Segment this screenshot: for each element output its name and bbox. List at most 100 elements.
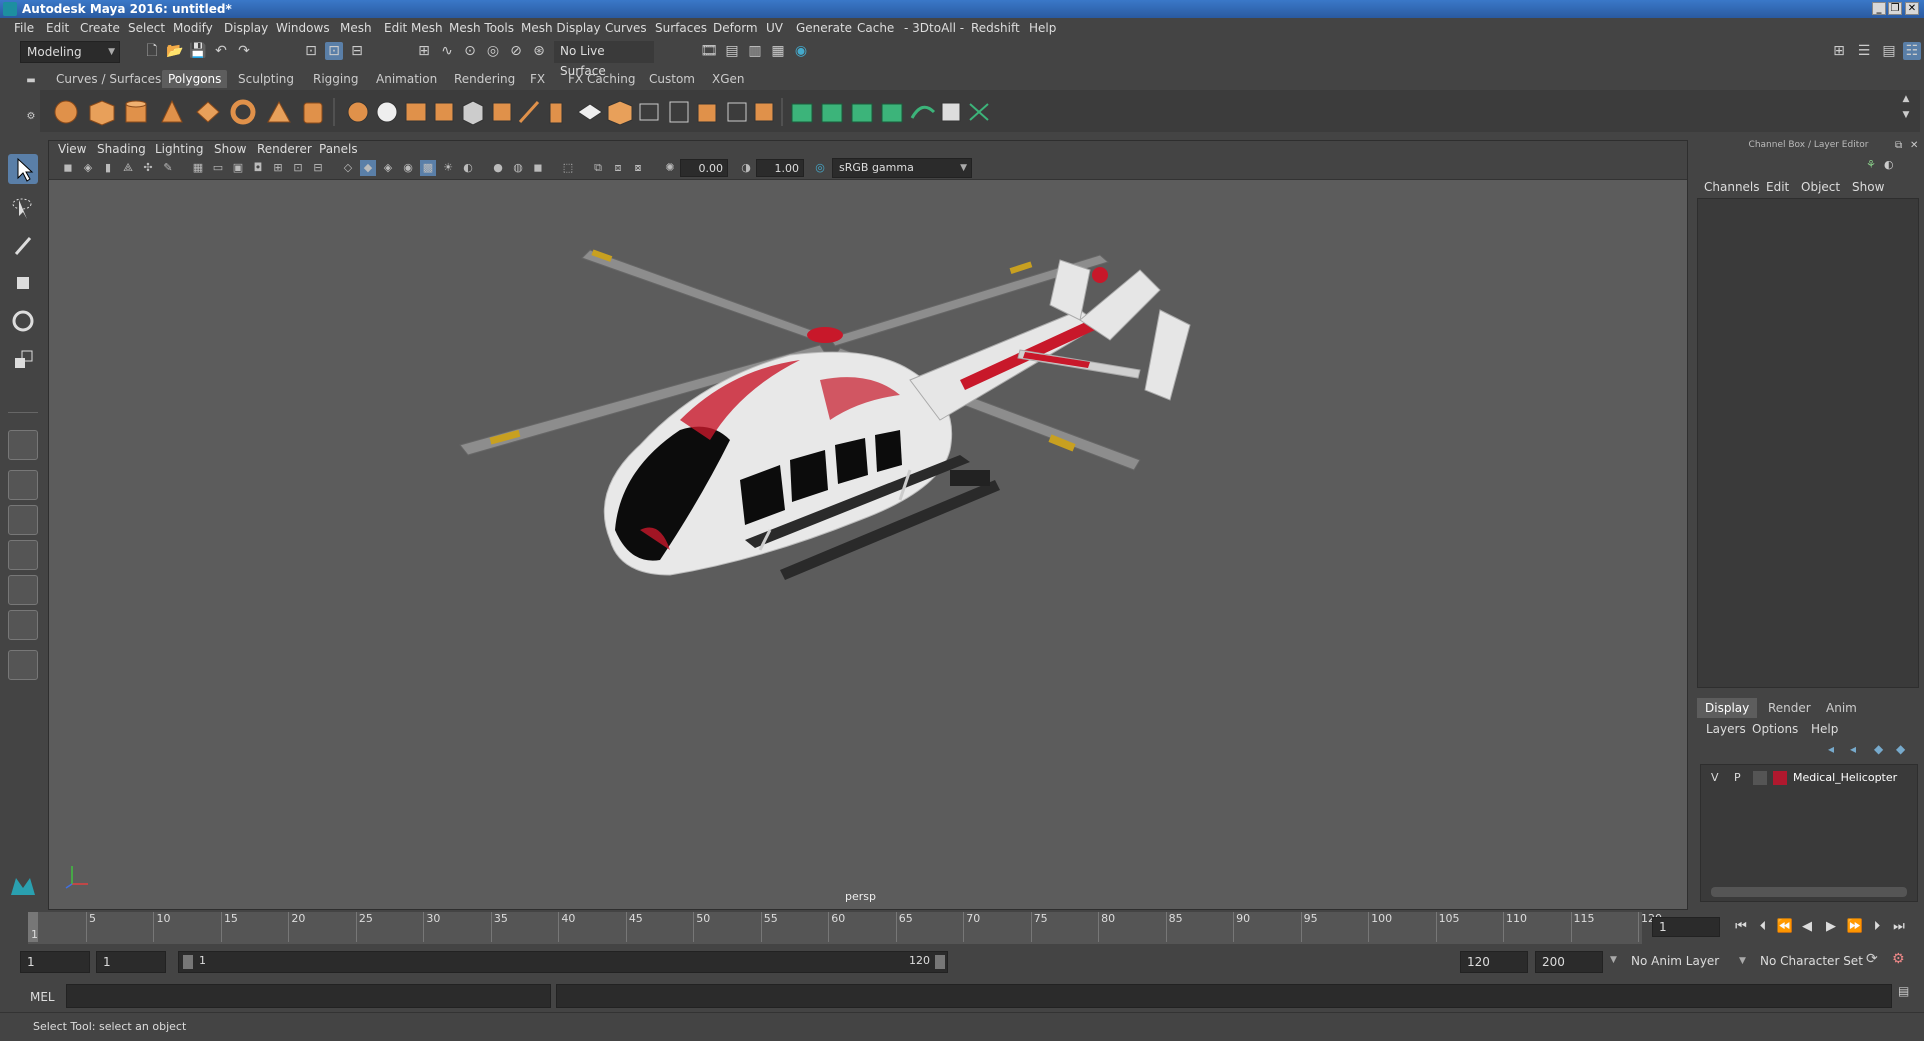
delete-edge-icon[interactable] xyxy=(754,102,774,122)
shelf-tab-polygons[interactable]: Polygons xyxy=(162,70,228,88)
cb-menu-channels[interactable]: Channels xyxy=(1704,180,1760,194)
menu-cache[interactable]: Cache xyxy=(857,21,894,35)
layer-name[interactable]: Medical_Helicopter xyxy=(1793,771,1897,784)
layer-type-toggle[interactable] xyxy=(1753,771,1767,785)
cb-menu-edit[interactable]: Edit xyxy=(1766,180,1789,194)
poly-cube-icon[interactable] xyxy=(89,100,115,126)
vp-menu-shading[interactable]: Shading xyxy=(97,142,146,156)
channel-box-toggle-icon[interactable]: ☷ xyxy=(1903,42,1921,60)
append-icon[interactable] xyxy=(639,103,659,121)
safe-title-icon[interactable]: ⊟ xyxy=(310,160,326,176)
insert-edge-loop-icon[interactable] xyxy=(669,101,689,123)
vp-menu-panels[interactable]: Panels xyxy=(319,142,358,156)
menu-surfaces[interactable]: Surfaces xyxy=(655,21,707,35)
start-time-field[interactable]: 1 xyxy=(20,951,90,973)
x-ray-icon[interactable]: ⧉ xyxy=(590,160,606,176)
le-menu-help[interactable]: Help xyxy=(1811,722,1838,736)
new-layer-selected-icon[interactable]: ◆ xyxy=(1896,742,1905,756)
menu-display[interactable]: Display xyxy=(224,21,268,35)
planar-uv-icon[interactable] xyxy=(791,103,813,123)
render-view-icon[interactable]: 🎞 xyxy=(700,42,718,60)
exposure-field[interactable]: 0.00 xyxy=(680,159,728,177)
channel-box-pin-icon[interactable]: ⚘ xyxy=(1866,158,1876,171)
move-tool-icon[interactable] xyxy=(8,268,38,298)
shelf-tab-fx[interactable]: FX xyxy=(524,70,551,88)
mudbox-icon[interactable] xyxy=(8,870,38,900)
shelf-tab-curves-surfaces[interactable]: Curves / Surfaces xyxy=(50,70,167,88)
image-plane-icon[interactable]: ⟁ xyxy=(120,160,136,176)
cb-menu-object[interactable]: Object xyxy=(1801,180,1840,194)
shelf-scroll-down-icon[interactable]: ▼ xyxy=(1897,106,1915,124)
extract-icon[interactable] xyxy=(405,102,427,122)
open-scene-icon[interactable]: 📂 xyxy=(166,42,184,60)
gamma-field[interactable]: 1.00 xyxy=(756,159,804,177)
snap-view-plane-icon[interactable]: ◎ xyxy=(484,42,502,60)
play-forwards-icon[interactable]: ▶ xyxy=(1822,918,1840,936)
menu-mesh-display[interactable]: Mesh Display xyxy=(521,21,601,35)
make-live-icon[interactable]: ⊛ xyxy=(530,42,548,60)
layer-color-swatch[interactable] xyxy=(1773,771,1787,785)
menu-edit[interactable]: Edit xyxy=(46,21,69,35)
step-back-key-icon[interactable]: ⏪ xyxy=(1776,918,1794,936)
close-panel-icon[interactable]: ✕ xyxy=(1910,140,1918,151)
save-scene-icon[interactable]: 💾 xyxy=(189,42,207,60)
wireframe-on-shaded-icon[interactable]: ◈ xyxy=(380,160,396,176)
shelf-tab-rendering[interactable]: Rendering xyxy=(448,70,521,88)
vp-menu-view[interactable]: View xyxy=(58,142,86,156)
select-tool-icon[interactable] xyxy=(8,154,38,184)
use-lights-icon[interactable]: ☀ xyxy=(440,160,456,176)
range-end-handle[interactable] xyxy=(935,955,945,969)
character-set-dropdown[interactable]: No Character Set xyxy=(1754,951,1870,973)
medical-helicopter-model[interactable] xyxy=(440,230,1200,650)
restore-button[interactable]: ❐ xyxy=(1888,2,1902,15)
x-ray-components-icon[interactable]: ⧇ xyxy=(630,160,646,176)
cylindrical-uv-icon[interactable] xyxy=(821,103,843,123)
menu-create[interactable]: Create xyxy=(80,21,120,35)
menu-windows[interactable]: Windows xyxy=(276,21,330,35)
layout-options-icon[interactable] xyxy=(8,650,38,680)
shelf-settings-icon[interactable]: ⚙ xyxy=(22,108,40,126)
menu-edit-mesh[interactable]: Edit Mesh xyxy=(384,21,443,35)
four-view-layout-icon[interactable] xyxy=(8,470,38,500)
poly-pipe-icon[interactable] xyxy=(303,102,323,124)
textured-icon[interactable]: ▩ xyxy=(420,160,436,176)
gamma-icon[interactable]: ◑ xyxy=(738,160,754,176)
vp-menu-renderer[interactable]: Renderer xyxy=(257,142,312,156)
smooth-shade-icon[interactable]: ◆ xyxy=(360,160,376,176)
move-layer-up-icon[interactable]: ◂ xyxy=(1828,742,1834,756)
lasso-tool-icon[interactable] xyxy=(8,192,38,222)
render-settings-icon[interactable]: ▦ xyxy=(769,42,787,60)
play-backwards-icon[interactable]: ◀ xyxy=(1798,918,1816,936)
resolution-gate-icon[interactable]: ▣ xyxy=(230,160,246,176)
shelf-tab-custom[interactable]: Custom xyxy=(643,70,701,88)
shelf-tab-fx-caching[interactable]: FX Caching xyxy=(562,70,641,88)
extrude-icon[interactable] xyxy=(577,103,603,121)
live-surface-field[interactable]: No Live Surface xyxy=(554,41,654,78)
automatic-uv-icon[interactable] xyxy=(881,103,903,123)
view-transform-dropdown[interactable]: sRGB gamma ▼ xyxy=(832,158,972,178)
color-management-icon[interactable]: ◎ xyxy=(812,160,828,176)
float-panel-icon[interactable]: ⧉ xyxy=(1895,140,1902,151)
film-gate-icon[interactable]: ▭ xyxy=(210,160,226,176)
paint-select-icon[interactable] xyxy=(8,230,38,260)
poly-plane-icon[interactable] xyxy=(196,101,220,123)
isolate-select-icon[interactable]: ⬚ xyxy=(560,160,576,176)
poly-cylinder-icon[interactable] xyxy=(125,100,147,123)
menu-set-dropdown[interactable]: Modeling ▼ xyxy=(20,41,120,63)
step-forward-key-icon[interactable]: ⏩ xyxy=(1846,918,1864,936)
range-slider[interactable]: 1 120 xyxy=(178,951,948,973)
undo-icon[interactable]: ↶ xyxy=(212,42,230,60)
exposure-icon[interactable]: ✺ xyxy=(662,160,678,176)
playback-start-field[interactable]: 1 xyxy=(96,951,166,973)
shelf-tab-rigging[interactable]: Rigging xyxy=(307,70,364,88)
current-frame-field[interactable]: 1 xyxy=(1652,917,1720,937)
layer-row[interactable]: V P Medical_Helicopter xyxy=(1701,769,1917,787)
screen-space-ao-icon[interactable]: ● xyxy=(490,160,506,176)
attribute-editor-icon[interactable]: ☰ xyxy=(1855,42,1873,60)
target-weld-icon[interactable] xyxy=(697,103,717,123)
new-layer-icon[interactable]: ◆ xyxy=(1874,742,1883,756)
layer-playback-toggle[interactable]: P xyxy=(1734,771,1741,784)
smooth-icon[interactable] xyxy=(434,102,454,122)
uv-editor-icon[interactable] xyxy=(910,105,936,119)
ipr-render-icon[interactable]: ▥ xyxy=(746,42,764,60)
